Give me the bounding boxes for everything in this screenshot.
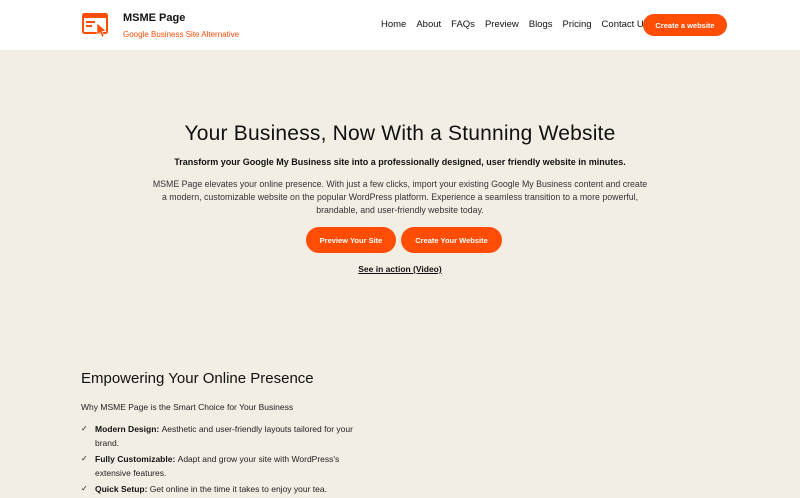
feature-title: Fully Customizable: bbox=[95, 454, 178, 464]
features-why: Why MSME Page is the Smart Choice for Yo… bbox=[81, 402, 294, 412]
see-in-action-link[interactable]: See in action (Video) bbox=[358, 264, 441, 274]
brand: MSME Page Google Business Site Alternati… bbox=[123, 12, 239, 39]
feature-text: Get online in the time it takes to enjoy… bbox=[149, 484, 327, 494]
list-item: ✓ Fully Customizable: Adapt and grow you… bbox=[81, 452, 371, 480]
features-section: Empowering Your Online Presence Why MSME… bbox=[81, 370, 401, 498]
nav-faqs[interactable]: FAQs bbox=[451, 19, 475, 30]
check-icon: ✓ bbox=[81, 454, 88, 463]
features-list: ✓ Modern Design: Aesthetic and user-frie… bbox=[81, 422, 401, 496]
preview-your-site-button[interactable]: Preview Your Site bbox=[306, 227, 396, 253]
nav-about[interactable]: About bbox=[416, 19, 441, 30]
feature-title: Quick Setup: bbox=[95, 484, 150, 494]
logo[interactable] bbox=[82, 11, 110, 39]
brand-name[interactable]: MSME Page bbox=[123, 12, 239, 24]
nav-pricing[interactable]: Pricing bbox=[563, 19, 592, 30]
features-heading: Empowering Your Online Presence bbox=[81, 370, 314, 387]
hero-title: Your Business, Now With a Stunning Websi… bbox=[184, 122, 616, 145]
create-your-website-button[interactable]: Create Your Website bbox=[401, 227, 502, 253]
list-item: ✓ Quick Setup: Get online in the time it… bbox=[81, 482, 371, 496]
feature-title: Modern Design: bbox=[95, 424, 162, 434]
browser-cursor-icon bbox=[82, 13, 108, 38]
site-header: MSME Page Google Business Site Alternati… bbox=[0, 0, 800, 50]
nav-blogs[interactable]: Blogs bbox=[529, 19, 553, 30]
list-item: ✓ Modern Design: Aesthetic and user-frie… bbox=[81, 422, 371, 450]
brand-tagline: Google Business Site Alternative bbox=[123, 30, 240, 39]
check-icon: ✓ bbox=[81, 424, 88, 433]
main-nav: Home About FAQs Preview Blogs Pricing Co… bbox=[381, 19, 659, 30]
hero-subtitle: Transform your Google My Business site i… bbox=[174, 157, 626, 167]
hero-description: MSME Page elevates your online presence.… bbox=[152, 179, 648, 215]
check-icon: ✓ bbox=[81, 484, 88, 493]
create-website-button[interactable]: Create a website bbox=[643, 14, 727, 36]
nav-contact-us[interactable]: Contact Us bbox=[602, 19, 649, 30]
video-link: See in action (Video) bbox=[0, 264, 800, 274]
nav-preview[interactable]: Preview bbox=[485, 19, 519, 30]
nav-home[interactable]: Home bbox=[381, 19, 406, 30]
